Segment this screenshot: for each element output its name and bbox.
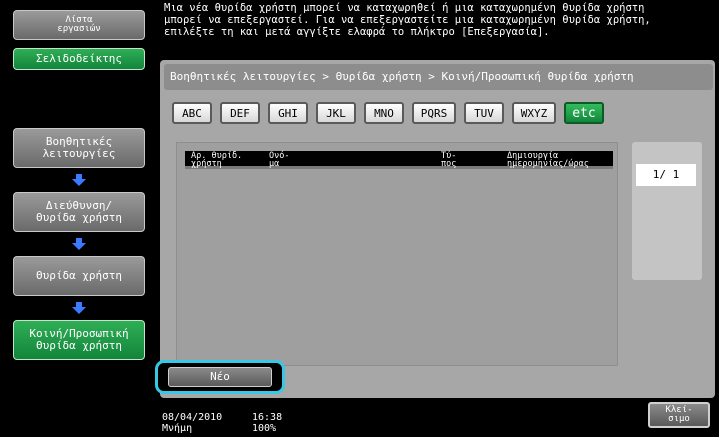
status-time: 16:38 xyxy=(252,412,283,423)
column-created[interactable]: Δημιουργία ημερομηνίας/ώρας xyxy=(507,152,589,169)
arrow-down-icon xyxy=(72,238,86,250)
breadcrumb: Βοηθητικές λειτουργίες > Θυρίδα χρήστη >… xyxy=(164,64,713,90)
tab-etc[interactable]: etc xyxy=(564,102,604,124)
path-item-address-box[interactable]: Διεύθυνση/ Θυρίδα χρήστη xyxy=(13,192,145,232)
arrow-down-icon xyxy=(72,174,86,186)
tab-mno[interactable]: MNO xyxy=(364,102,404,124)
path-item-public-personal-box[interactable]: Κοινή/Προσωπική Θυρίδα χρήστη xyxy=(13,320,145,360)
left-nav: Λίστα εργασιών Σελιδοδείκτης Βοηθητικές … xyxy=(0,0,158,437)
pager: 1/ 1 xyxy=(632,142,702,280)
status-date: 08/04/2010 xyxy=(162,412,223,423)
new-button-highlight: Νέο xyxy=(155,360,285,394)
tab-abc[interactable]: ABC xyxy=(172,102,212,124)
column-name[interactable]: Ονό- μα xyxy=(269,152,289,169)
memory-label: Μνήμη xyxy=(162,423,193,434)
new-button[interactable]: Νέο xyxy=(168,367,272,387)
user-box-list[interactable]: Αρ. θυρίδ. χρήστη Ονό- μα Τύ- πος Δημιου… xyxy=(176,142,618,366)
tab-ghi[interactable]: GHI xyxy=(268,102,308,124)
job-list-button[interactable]: Λίστα εργασιών xyxy=(13,10,145,40)
path-item-utility[interactable]: Βοηθητικές λειτουργίες xyxy=(13,128,145,168)
tab-wxyz[interactable]: WXYZ xyxy=(512,102,556,124)
tab-jkl[interactable]: JKL xyxy=(316,102,356,124)
screen: Λίστα εργασιών Σελιδοδείκτης Βοηθητικές … xyxy=(0,0,719,437)
status-bar: 08/04/2010 16:38 Μνήμη 100% Κλεί- σιμο xyxy=(158,398,719,437)
arrow-down-icon xyxy=(72,302,86,314)
tab-def[interactable]: DEF xyxy=(220,102,260,124)
path-item-user-box[interactable]: Θυρίδα χρήστη xyxy=(13,256,145,296)
list-header: Αρ. θυρίδ. χρήστη Ονό- μα Τύ- πος Δημιου… xyxy=(185,151,613,169)
page-indicator: 1/ 1 xyxy=(636,164,696,186)
close-button[interactable]: Κλεί- σιμο xyxy=(648,402,710,428)
memory-value: 100% xyxy=(252,423,277,434)
column-box-number[interactable]: Αρ. θυρίδ. χρήστη xyxy=(191,152,242,169)
tab-tuv[interactable]: TUV xyxy=(464,102,504,124)
panel-body: Βοηθητικές λειτουργίες > Θυρίδα χρήστη >… xyxy=(160,60,715,398)
column-type[interactable]: Τύ- πος xyxy=(441,152,456,169)
main-panel: Βοηθητικές λειτουργίες > Θυρίδα χρήστη >… xyxy=(158,58,719,398)
instruction-message: Μια νέα θυρίδα χρήστη μπορεί να καταχωρη… xyxy=(158,0,719,58)
tab-pqrs[interactable]: PQRS xyxy=(412,102,456,124)
bookmark-button[interactable]: Σελιδοδείκτης xyxy=(13,48,145,70)
